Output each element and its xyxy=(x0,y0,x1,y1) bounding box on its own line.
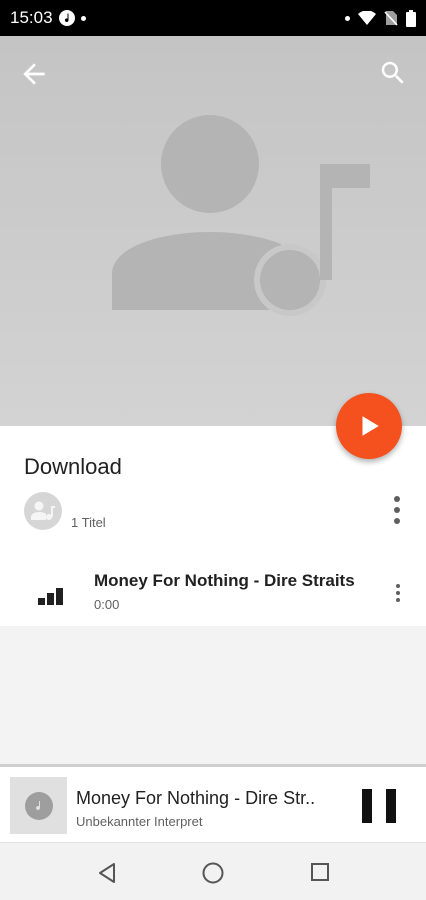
system-navigation-bar xyxy=(0,842,426,900)
battery-icon xyxy=(406,9,416,27)
status-time: 15:03 xyxy=(10,8,53,27)
playlist-title: Download xyxy=(24,454,122,479)
artist-music-placeholder-icon xyxy=(112,115,370,316)
back-button[interactable] xyxy=(18,58,50,90)
play-all-button[interactable] xyxy=(336,393,402,459)
playlist-header xyxy=(0,36,426,426)
more-dot xyxy=(396,591,400,595)
wifi-icon xyxy=(358,11,376,25)
search-icon xyxy=(381,61,404,84)
mini-player-album-art xyxy=(10,777,67,834)
track-duration: 0:00 xyxy=(94,597,120,612)
status-system-icons xyxy=(345,9,416,27)
playlist-more-options-button[interactable] xyxy=(388,496,406,524)
track-more-options-button[interactable] xyxy=(394,584,402,602)
mini-player-artist: Unbekannter Interpret xyxy=(76,814,203,829)
play-icon xyxy=(362,416,379,436)
more-dot xyxy=(394,496,400,502)
nav-back-icon[interactable] xyxy=(96,862,118,884)
screen: 15:03 Download 1 Titel Money For Nothing… xyxy=(0,0,426,900)
artist-music-icon xyxy=(31,501,55,520)
music-note-icon xyxy=(58,10,75,26)
pause-button[interactable] xyxy=(362,789,396,823)
more-dot xyxy=(396,584,400,588)
status-notification-icons xyxy=(58,10,86,26)
pause-bar xyxy=(386,789,396,823)
status-bar: 15:03 xyxy=(0,0,426,36)
no-sim-icon xyxy=(384,11,398,26)
now-playing-equalizer-icon xyxy=(38,588,63,605)
more-dot xyxy=(396,598,400,602)
pause-bar xyxy=(362,789,372,823)
nav-home-icon[interactable] xyxy=(201,861,225,885)
more-dot xyxy=(394,507,400,513)
track-row[interactable]: Money For Nothing - Dire Straits 0:00 xyxy=(0,561,426,619)
notification-dot xyxy=(80,15,86,21)
more-dot xyxy=(394,518,400,524)
music-note-icon xyxy=(24,791,53,820)
empty-list-area xyxy=(0,626,426,764)
track-title: Money For Nothing - Dire Straits xyxy=(94,571,355,590)
mini-player[interactable]: Money For Nothing - Dire Str.. Unbekannt… xyxy=(0,764,426,842)
track-count: 1 Titel xyxy=(71,515,106,530)
nav-recent-apps-icon[interactable] xyxy=(311,863,329,881)
arrow-back-icon xyxy=(23,63,45,85)
playlist-avatar xyxy=(24,492,62,530)
status-dot xyxy=(345,15,350,21)
mini-player-title: Money For Nothing - Dire Str.. xyxy=(76,788,316,808)
search-button[interactable] xyxy=(378,58,410,90)
